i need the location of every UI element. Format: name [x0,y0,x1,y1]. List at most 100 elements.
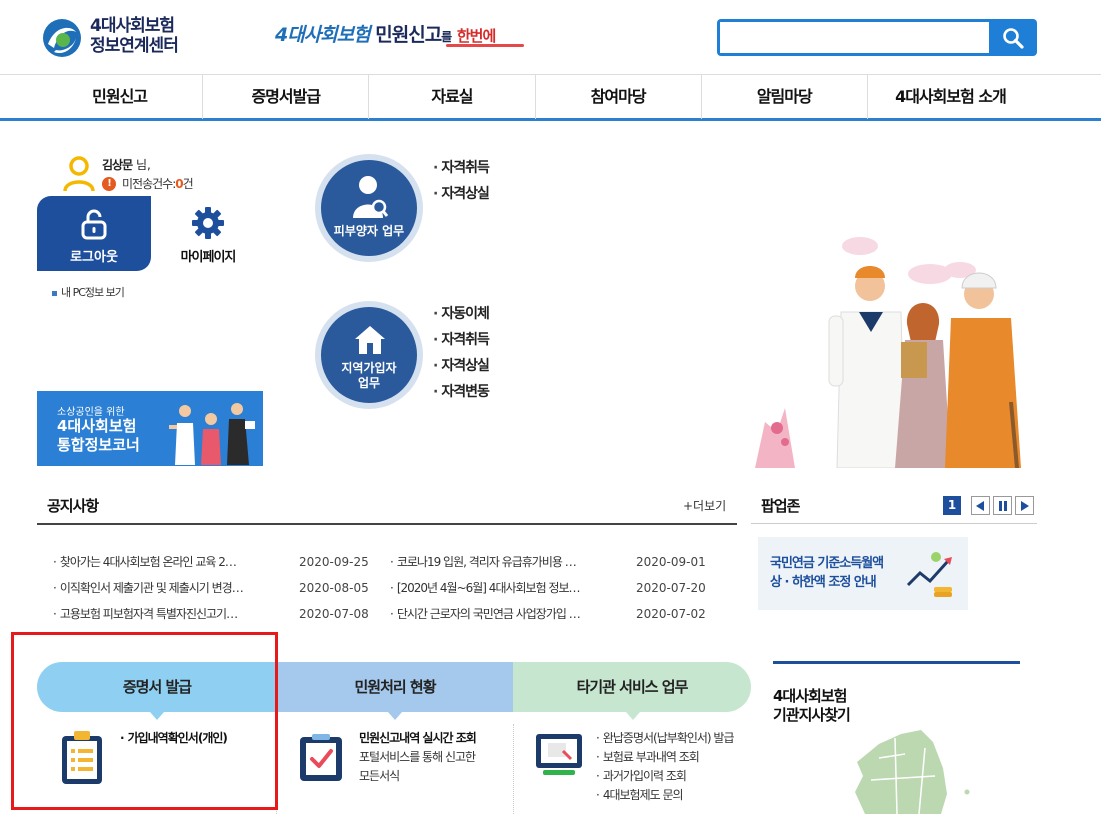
other-item-inquiry[interactable]: 4대보험제도 문의 [596,786,734,805]
popupzone-card-line2: 상 · 하한액 조정 안내 [770,575,877,590]
checklist-icon[interactable] [298,733,344,783]
notice-item-title: 코로나19 입원, 격리자 유급휴가비용 … [390,549,636,575]
popupzone-card[interactable]: 국민연금 기준소득월액 상 · 하한액 조정 안내 [758,537,968,610]
nav-item-complaint[interactable]: 민원신고 [37,75,204,119]
regional-item-autopay[interactable]: 자동이체 [433,301,490,327]
notice-item-title: 이직확인서 제출기관 및 제출시기 변경… [53,575,299,601]
banner-line1: 소상공인을 위한 [57,407,125,418]
logo-line2: 정보연계센터 [90,36,179,56]
popupzone-divider [751,523,1037,524]
other-item-premium-history[interactable]: 보험료 부과내역 조회 [596,748,734,767]
banner-title: 4대사회보험 통합정보코너 [57,417,140,455]
gear-icon [192,207,224,239]
header: 4대사회보험 정보연계센터 4대사회보험 민원신고를 한번에 [0,0,1101,74]
warning-icon: ! [102,176,116,191]
regional-item-change[interactable]: 자격변동 [433,379,490,405]
branch-finder-bar [773,661,1020,664]
logout-button[interactable]: 로그아웃 [37,196,151,271]
pc-info-link[interactable]: 내 PC정보 보기 [52,284,125,300]
status-text: 민원신고내역 실시간 조회 포털서비스를 통해 신고한 모든서식 [359,729,477,786]
notice-list-right: 코로나19 입원, 격리자 유급휴가비용 …2020-09-01 [2020년 … [390,549,716,627]
nav-item-about[interactable]: 4대사회보험 소개 [868,75,1033,119]
status-heading[interactable]: 민원신고내역 실시간 조회 [359,729,477,748]
other-item-enrollment-history[interactable]: 과거가입이력 조회 [596,767,734,786]
notice-item[interactable]: 고용보험 피보험자격 특별자진신고기…2020-07-08 [53,601,379,627]
notice-item[interactable]: 이직확인서 제출기관 및 제출시기 변경…2020-08-05 [53,575,379,601]
regional-item-loss[interactable]: 자격상실 [433,353,490,379]
notice-title: 공지사항 [47,497,99,515]
slogan: 4대사회보험 민원신고를 한번에 [275,20,496,47]
notice-item-date: 2020-09-25 [299,555,369,569]
notice-item[interactable]: 단시간 근로자의 국민연금 사업장가입 …2020-07-02 [390,601,716,627]
dependent-service-list: 자격취득 자격상실 [433,155,490,207]
regional-service-list: 자동이체 자격취득 자격상실 자격변동 [433,301,490,405]
dependent-item-loss[interactable]: 자격상실 [433,181,490,207]
slogan-part2: 민원신고 [375,24,442,46]
logout-label: 로그아웃 [70,250,118,265]
popupzone-page-number[interactable]: 1 [943,496,961,515]
notice-item-title: [2020년 4월~6월] 4대사회보험 정보… [390,575,636,601]
tab-other-agency[interactable]: 타기관 서비스 업무 [513,662,751,712]
notice-item-date: 2020-07-20 [636,581,706,595]
tab-notch [388,712,402,720]
main-nav: 민원신고 증명서발급 자료실 참여마당 알림마당 4대사회보험 소개 [0,74,1101,121]
notice-item-date: 2020-09-01 [636,555,706,569]
logo-text[interactable]: 4대사회보험 정보연계센터 [90,16,179,56]
korea-map-icon[interactable] [835,728,985,814]
tab-divider [513,724,514,814]
certificate-list: 가입내역확인서(개인) [120,729,228,748]
search-icon [1003,27,1024,49]
tab-complaint-status[interactable]: 민원처리 현황 [277,662,513,712]
popupzone-next-button[interactable] [1015,496,1034,515]
notice-item-title: 단시간 근로자의 국민연금 사업장가입 … [390,601,636,627]
nav-item-notice[interactable]: 알림마당 [702,75,868,119]
notice-item[interactable]: 코로나19 입원, 격리자 유급휴가비용 …2020-09-01 [390,549,716,575]
other-item-payment-cert[interactable]: 완납증명서(납부확인서) 발급 [596,729,735,748]
tab-notch [150,712,164,720]
regional-service-label-line2: 업무 [357,376,381,390]
small-business-banner[interactable]: 소상공인을 위한 4대사회보험 통합정보코너 [37,391,263,466]
notice-item[interactable]: 찾아가는 4대사회보험 온라인 교육 2…2020-09-25 [53,549,379,575]
nav-item-library[interactable]: 자료실 [369,75,536,119]
certificate-item-enrollment[interactable]: 가입내역확인서(개인) [120,729,228,748]
chart-coins-icon [906,552,952,597]
search-input[interactable] [720,22,989,53]
monitor-icon[interactable] [535,733,583,779]
tab-certificate[interactable]: 증명서 발급 [37,662,277,712]
notice-divider [37,523,737,525]
regional-service-label-line1: 지역가입자 [341,361,397,375]
banner-line2: 4대사회보험 [57,417,137,435]
clipboard-icon[interactable] [60,730,104,786]
regional-item-acquire[interactable]: 자격취득 [433,327,490,353]
user-name-text: 김상문 [102,158,133,172]
dependent-item-acquire[interactable]: 자격취득 [433,155,490,181]
unsent-number: 0 [175,176,183,191]
branch-line1: 4대사회보험 [773,687,847,705]
nav-item-participation[interactable]: 참여마당 [536,75,702,119]
other-agency-list: 완납증명서(납부확인서) 발급 보험료 부과내역 조회 과거가입이력 조회 4대… [596,729,735,805]
popupzone-title: 팝업존 [761,497,800,515]
logo-icon[interactable] [42,18,82,58]
notice-item-date: 2020-07-02 [636,607,706,621]
regional-service-button[interactable]: 지역가입자 업무 [315,301,423,409]
mypage-label: 마이페이지 [180,250,237,265]
notice-item-date: 2020-07-08 [299,607,369,621]
search-button[interactable] [989,19,1037,56]
dependent-service-label: 피부양자 업무 [333,224,405,238]
popupzone-pause-button[interactable] [993,496,1012,515]
popupzone-prev-button[interactable] [971,496,990,515]
triangle-left-icon [976,500,984,511]
nav-item-certificate[interactable]: 증명서발급 [203,75,370,119]
dependent-service-button[interactable]: 피부양자 업무 [315,154,423,262]
notice-list-left: 찾아가는 4대사회보험 온라인 교육 2…2020-09-25 이직확인서 제출… [53,549,379,627]
popupzone-card-line1: 국민연금 기준소득월액 [770,556,884,571]
search-box [717,19,989,56]
triangle-right-icon [1021,500,1029,511]
notice-item[interactable]: [2020년 4월~6월] 4대사회보험 정보…2020-07-20 [390,575,716,601]
mypage-button[interactable]: 마이페이지 [160,196,256,271]
notice-more-link[interactable]: +더보기 [683,497,726,514]
slogan-part1: 4대사회보험 [275,24,371,46]
unsent-unit: 건 [182,177,194,191]
branch-finder-link[interactable]: 4대사회보험 기관지사찾기 [773,687,851,725]
people-illustration [169,403,255,465]
